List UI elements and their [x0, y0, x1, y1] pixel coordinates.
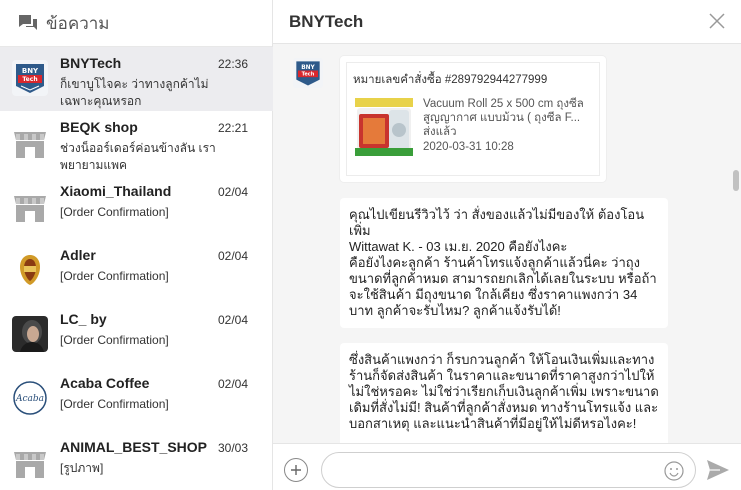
conversation-name: LC_ by — [60, 311, 107, 327]
conversation-preview: [Order Confirmation] — [60, 205, 169, 219]
conversation-time: 02/04 — [217, 185, 248, 199]
conversation-name: ANIMAL_BEST_SHOP — [60, 439, 208, 455]
conversation-time: 02/04 — [217, 249, 248, 263]
chat-bubbles-icon — [18, 13, 38, 33]
conversation-time: 02/04 — [217, 313, 248, 327]
message-input-box[interactable] — [321, 452, 696, 488]
scrollbar-thumb[interactable] — [733, 170, 739, 191]
conversation-item[interactable]: Adler 02/04 [Order Confirmation] — [0, 239, 273, 303]
order-product-name: Vacuum Roll 25 x 500 cm ถุงซีลสูญญากาศ แ… — [423, 98, 584, 124]
conversation-name: Acaba Coffee — [60, 375, 150, 391]
svg-text:Tech: Tech — [22, 76, 37, 83]
conversation-item[interactable]: ANIMAL_BEST_SHOP 30/03 [รูปภาพ] — [0, 431, 273, 490]
conversation-time: 02/04 — [217, 377, 248, 391]
close-icon[interactable] — [707, 11, 727, 31]
adler-logo-icon — [12, 252, 48, 288]
sidebar-header: ข้อความ — [0, 0, 272, 47]
svg-text:BNY: BNY — [22, 67, 39, 75]
conversation-item[interactable]: Xiaomi_Thailand 02/04 [Order Confirmatio… — [0, 175, 273, 239]
shop-placeholder-icon — [12, 188, 48, 224]
svg-text:Acaba: Acaba — [15, 394, 44, 404]
conversation-name: Xiaomi_Thailand — [60, 183, 172, 199]
conversation-time: 22:21 — [217, 121, 248, 135]
conversation-name: BNYTech — [60, 55, 122, 71]
conversation-item[interactable]: LC_ by 02/04 [Order Confirmation] — [0, 303, 273, 367]
conversation-preview: [รูปภาพ] — [60, 461, 104, 475]
conversation-preview: ช่วงน็ออร์เดอร์ค่อนข้างลัน เราพยายามแพค — [60, 141, 216, 172]
order-status: ส่งแล้ว — [423, 126, 457, 138]
message-composer — [273, 443, 741, 490]
conversation-item[interactable]: BNY Tech BNYTech 22:36 ก็เขาบูโไจคะ ว่าท… — [0, 47, 273, 111]
conversation-preview: [Order Confirmation] — [60, 269, 169, 283]
conversation-name: BEQK shop — [60, 119, 138, 135]
conversation-preview: ก็เขาบูโไจคะ ว่าทางลูกค้าไม่เฉพาะคุณหรอก — [60, 77, 209, 108]
product-thumbnail — [353, 96, 415, 158]
chat-title: BNYTech — [289, 11, 364, 31]
message-text: คุณไปเขียนรีวิวไว้ ว่า สั่งของแล้วไม่มีข… — [349, 207, 657, 318]
svg-text:Tech: Tech — [302, 72, 315, 78]
order-card-inner: หมายเลขคำสั่งซื้อ #289792944277999 Vacuu… — [346, 62, 600, 176]
order-date: 2020-03-31 10:28 — [423, 141, 514, 153]
sender-avatar: BNY Tech — [293, 58, 323, 88]
svg-text:BNY: BNY — [301, 65, 315, 71]
conversation-sidebar: ข้อความ BNY Tech BNYTech 22:36 ก็เขาบูโไ… — [0, 0, 273, 490]
chat-panel: BNYTech BNY Tech หมายเลขคำสั่งซื้อ #2897… — [273, 0, 741, 490]
message-thread[interactable]: BNY Tech หมายเลขคำสั่งซื้อ #289792944277… — [273, 45, 741, 443]
emoji-icon[interactable] — [663, 460, 685, 482]
message-bubble: คุณไปเขียนรีวิวไว้ ว่า สั่งของแล้วไม่มีข… — [340, 198, 668, 328]
conversation-preview: [Order Confirmation] — [60, 333, 169, 347]
message-bubble: ซึ่งสินค้าแพงกว่า ก็รบกวนลูกค้า ให้โอนเง… — [340, 343, 668, 443]
conversation-time: 22:36 — [217, 57, 248, 71]
conversation-name: Adler — [60, 247, 96, 263]
message-text: ซึ่งสินค้าแพงกว่า ก็รบกวนลูกค้า ให้โอนเง… — [349, 352, 659, 431]
order-number: หมายเลขคำสั่งซื้อ #289792944277999 — [353, 74, 548, 86]
send-icon[interactable] — [706, 459, 730, 481]
conversation-item[interactable]: BEQK shop 22:21 ช่วงน็ออร์เดอร์ค่อนข้างล… — [0, 111, 273, 175]
user-photo-avatar — [12, 316, 48, 352]
conversation-time: 30/03 — [217, 441, 248, 455]
message-input[interactable] — [336, 460, 636, 480]
conversation-preview: [Order Confirmation] — [60, 397, 169, 411]
shop-placeholder-icon — [12, 124, 48, 160]
avatar: BNY Tech — [12, 60, 48, 96]
shop-placeholder-icon — [12, 444, 48, 480]
conversation-item[interactable]: Acaba Acaba Coffee 02/04 [Order Confirma… — [0, 367, 273, 431]
acaba-logo-icon: Acaba — [12, 380, 48, 416]
sidebar-title: ข้อความ — [46, 13, 110, 33]
plus-icon[interactable] — [284, 458, 308, 482]
chat-header: BNYTech — [273, 0, 741, 44]
order-card[interactable]: หมายเลขคำสั่งซื้อ #289792944277999 Vacuu… — [340, 56, 606, 182]
